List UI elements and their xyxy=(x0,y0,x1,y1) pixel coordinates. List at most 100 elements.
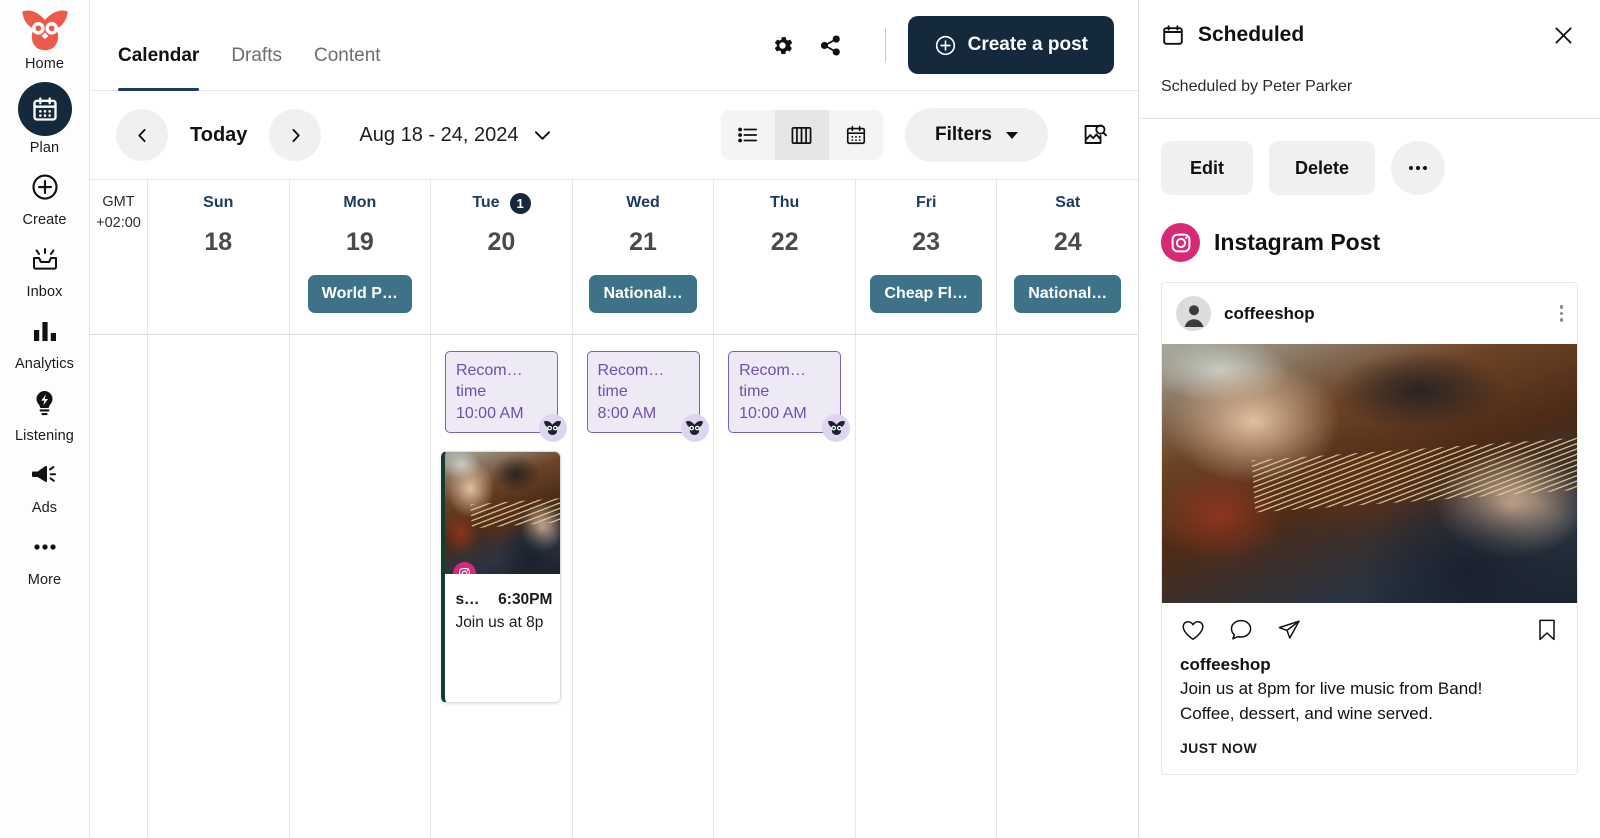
close-icon[interactable] xyxy=(1548,20,1578,50)
next-week-button[interactable] xyxy=(269,109,322,161)
calendar-header-row: GMT +02:00 Sun 18 Mon 19 World P… Tue 1 … xyxy=(90,180,1138,335)
create-post-button[interactable]: Create a post xyxy=(907,16,1114,74)
tab-content[interactable]: Content xyxy=(314,29,381,91)
delete-button[interactable]: Delete xyxy=(1269,141,1376,195)
view-button-list[interactable] xyxy=(720,110,775,160)
recommended-time: 10:00 AM xyxy=(739,404,807,422)
day-column-thu[interactable]: Recom… time 10:00 AM xyxy=(714,335,856,838)
ellipsis-icon xyxy=(19,526,71,568)
filters-button[interactable]: Filters xyxy=(904,108,1048,162)
chevron-down-icon xyxy=(534,130,551,141)
calendar-grid: GMT +02:00 Sun 18 Mon 19 World P… Tue 1 … xyxy=(90,180,1138,838)
sidebar-item-home[interactable]: Home xyxy=(0,10,90,72)
instagram-post-image xyxy=(1162,344,1577,603)
edit-button[interactable]: Edit xyxy=(1161,141,1253,195)
share-icon[interactable] xyxy=(807,21,855,69)
instagram-preview-card: coffeeshop coffeeshop Join us at 8pm for… xyxy=(1161,282,1578,775)
day-header-sat[interactable]: Sat 24 National… xyxy=(997,180,1138,334)
sidebar-label-analytics: Analytics xyxy=(15,356,74,372)
calendar-icon xyxy=(17,82,72,136)
day-of-week-row: Mon xyxy=(343,192,376,214)
filters-label: Filters xyxy=(934,124,992,145)
paper-plane-icon[interactable] xyxy=(1276,617,1302,643)
sidebar-label-plan: Plan xyxy=(29,140,60,156)
owl-logo-icon xyxy=(19,10,71,52)
sidebar-item-plan[interactable]: Plan xyxy=(0,82,90,156)
instagram-username: coffeeshop xyxy=(1224,303,1315,323)
panel-title: Scheduled xyxy=(1198,23,1305,46)
instagram-timestamp: JUST NOW xyxy=(1180,739,1258,756)
day-column-tue[interactable]: Recom… time 10:00 AM s… 6:30PM Join us a… xyxy=(431,335,573,838)
timezone-gutter xyxy=(90,335,148,838)
today-label[interactable]: Today xyxy=(190,124,247,147)
post-count-badge: 1 xyxy=(509,192,531,214)
guitar-photo xyxy=(1162,344,1577,603)
view-button-month[interactable] xyxy=(828,110,883,160)
toolbar-divider xyxy=(884,28,886,62)
owl-badge-icon xyxy=(822,413,851,442)
post-card-spacer xyxy=(445,642,560,702)
sidebar-item-ads[interactable]: Ads xyxy=(0,454,90,516)
day-event-chip[interactable]: Cheap Fl… xyxy=(870,275,982,313)
scheduled-post-card[interactable]: s… 6:30PM Join us at 8p xyxy=(441,450,562,703)
recommended-time: 10:00 AM xyxy=(455,404,524,422)
view-switcher xyxy=(720,110,883,160)
topbar-actions: Create a post xyxy=(759,16,1114,74)
panel-title-row: Scheduled xyxy=(1161,18,1578,52)
day-column-mon[interactable] xyxy=(290,335,432,838)
day-number: 24 xyxy=(1053,228,1082,256)
day-header-sun[interactable]: Sun 18 xyxy=(148,180,290,334)
day-header-wed[interactable]: Wed 21 National… xyxy=(573,180,715,334)
gear-icon[interactable] xyxy=(759,21,807,69)
day-column-wed[interactable]: Recom… time 8:00 AM xyxy=(573,335,715,838)
timezone-label: GMT +02:00 xyxy=(90,180,148,334)
sidebar-item-more[interactable]: More xyxy=(0,526,90,588)
toolbar-right-actions: Filters xyxy=(720,108,1118,162)
owl-badge-icon xyxy=(680,413,709,442)
kebab-menu-icon[interactable] xyxy=(1559,305,1563,322)
day-number: 18 xyxy=(204,228,233,256)
sidebar-item-analytics[interactable]: Analytics xyxy=(0,310,90,372)
day-column-sat[interactable] xyxy=(997,335,1138,838)
previous-week-button[interactable] xyxy=(116,109,168,161)
sidebar-item-inbox[interactable]: Inbox xyxy=(0,238,90,300)
day-number: 21 xyxy=(629,228,657,256)
day-of-week-row: Sat xyxy=(1055,192,1080,214)
more-options-button[interactable] xyxy=(1391,141,1446,195)
post-meta-row: s… 6:30PM xyxy=(445,574,560,609)
day-header-fri[interactable]: Fri 23 Cheap Fl… xyxy=(856,180,998,334)
comment-icon[interactable] xyxy=(1228,617,1254,643)
owl-badge-icon xyxy=(538,413,567,442)
recommended-time-card[interactable]: Recom… time 8:00 AM xyxy=(586,351,709,442)
day-column-sun[interactable] xyxy=(148,335,290,838)
day-column-fri[interactable] xyxy=(856,335,998,838)
date-range-selector[interactable]: Aug 18 - 24, 2024 xyxy=(359,124,551,147)
bookmark-icon[interactable] xyxy=(1535,617,1559,643)
sidebar-item-listening[interactable]: Listening xyxy=(0,382,90,444)
tab-bar: Calendar Drafts Content xyxy=(118,0,413,91)
day-header-mon[interactable]: Mon 19 World P… xyxy=(290,180,432,334)
create-post-label: Create a post xyxy=(967,34,1088,55)
image-search-icon[interactable] xyxy=(1070,111,1118,159)
tab-calendar[interactable]: Calendar xyxy=(118,29,200,91)
timezone-line-1: GMT xyxy=(102,194,135,210)
day-event-chip[interactable]: National… xyxy=(1014,275,1122,313)
heart-icon[interactable] xyxy=(1180,617,1206,643)
day-header-thu[interactable]: Thu 22 xyxy=(714,180,856,334)
day-header-tue[interactable]: Tue 1 20 xyxy=(431,180,573,334)
view-button-week[interactable] xyxy=(774,110,829,160)
caption-line-1: Join us at 8pm for live music from Band! xyxy=(1180,679,1483,699)
day-of-week-row: Wed xyxy=(626,192,659,214)
day-of-week-label: Wed xyxy=(626,194,660,211)
recommended-time-card[interactable]: Recom… time 10:00 AM xyxy=(728,351,851,442)
day-event-chip[interactable]: World P… xyxy=(307,275,412,313)
instagram-caption: coffeeshop Join us at 8pm for live music… xyxy=(1162,649,1577,726)
sidebar-item-create[interactable]: Create xyxy=(0,166,90,228)
caption-line-2: Coffee, dessert, and wine served. xyxy=(1180,703,1433,723)
day-of-week-row: Fri xyxy=(916,192,936,214)
tab-drafts[interactable]: Drafts xyxy=(231,29,282,91)
recommended-time-card[interactable]: Recom… time 10:00 AM xyxy=(444,351,567,442)
post-preview-text: Join us at 8p xyxy=(455,613,544,631)
plus-circle-icon xyxy=(934,34,957,57)
day-event-chip[interactable]: National… xyxy=(589,275,697,313)
